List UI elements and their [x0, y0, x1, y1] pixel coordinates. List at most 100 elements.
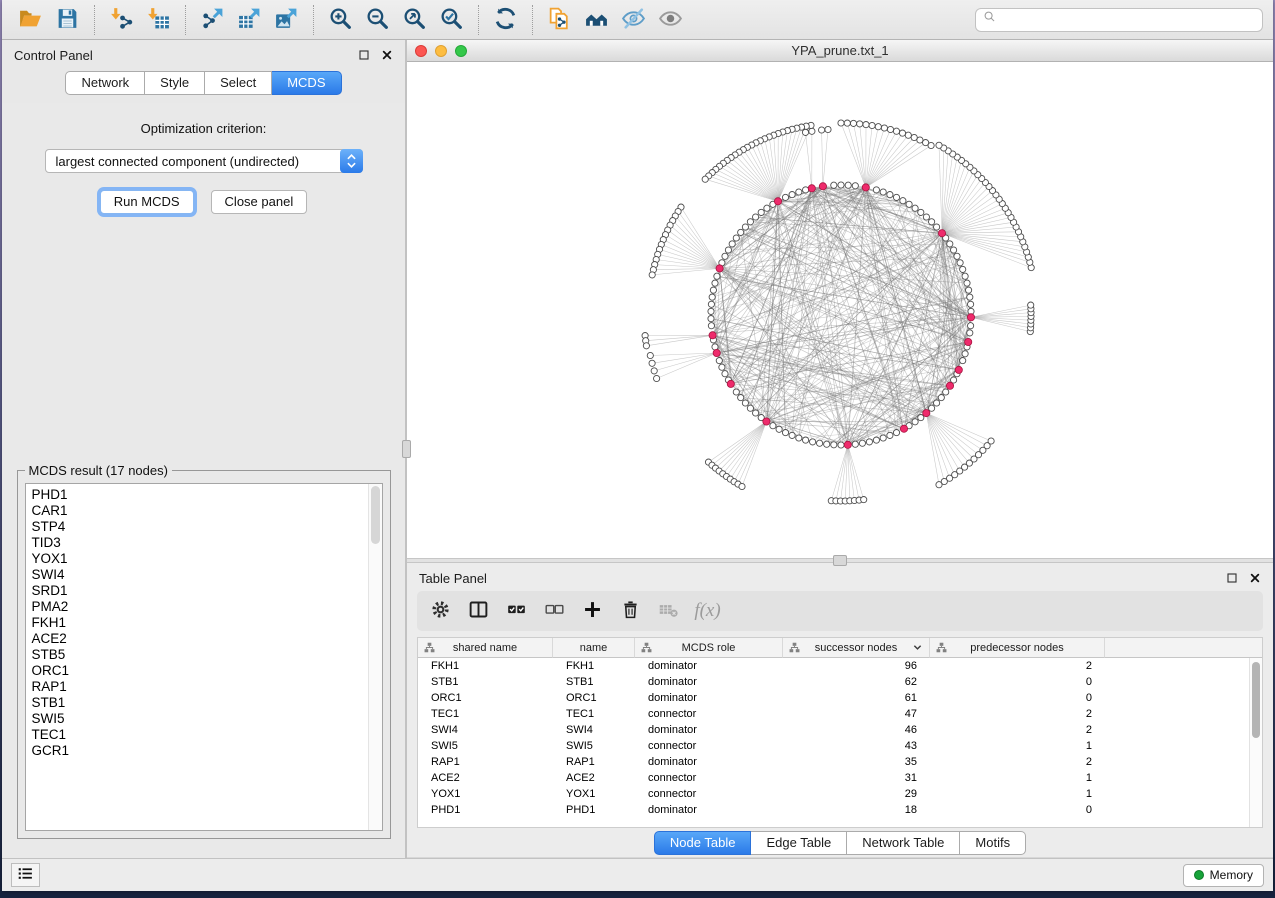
graph-leaf-node[interactable] [875, 124, 881, 130]
graph-node[interactable] [964, 280, 970, 286]
graph-node[interactable] [934, 400, 940, 406]
table-row[interactable]: ORC1ORC1dominator610 [418, 690, 1262, 706]
graph-hub-node[interactable] [727, 380, 734, 387]
close-panel-button[interactable]: Close panel [211, 190, 308, 214]
graph-node[interactable] [803, 437, 809, 443]
graph-node[interactable] [764, 205, 770, 211]
graph-leaf-node[interactable] [936, 142, 942, 148]
mcds-result-node[interactable]: CAR1 [32, 503, 368, 519]
search-box[interactable] [975, 8, 1263, 32]
graph-node[interactable] [733, 235, 739, 241]
graph-node[interactable] [716, 358, 722, 364]
import-network-button[interactable] [103, 4, 140, 36]
graph-node[interactable] [960, 266, 966, 272]
run-mcds-button[interactable]: Run MCDS [100, 190, 194, 214]
graph-node[interactable] [929, 219, 935, 225]
graph-node[interactable] [880, 189, 886, 195]
graph-node[interactable] [714, 273, 720, 279]
zoom-fit-button[interactable] [396, 4, 433, 36]
graph-hub-node[interactable] [923, 410, 930, 417]
apply-layout-button[interactable] [487, 4, 524, 36]
mcds-result-node[interactable]: FKH1 [32, 615, 368, 631]
graph-node[interactable] [803, 187, 809, 193]
memory-button[interactable]: Memory [1183, 864, 1264, 887]
graph-node[interactable] [725, 247, 731, 253]
graph-leaf-node[interactable] [649, 360, 655, 366]
graph-node[interactable] [918, 415, 924, 421]
graph-hub-node[interactable] [808, 185, 815, 192]
graph-node[interactable] [873, 187, 879, 193]
graph-node[interactable] [824, 441, 830, 447]
open-session-button[interactable] [12, 4, 49, 36]
graph-node[interactable] [776, 426, 782, 432]
table-row[interactable]: STB1STB1dominator620 [418, 674, 1262, 690]
mcds-result-node[interactable]: ORC1 [32, 663, 368, 679]
window-close-icon[interactable] [415, 45, 427, 57]
show-columns-button[interactable] [463, 595, 494, 627]
mcds-result-node[interactable]: PMA2 [32, 599, 368, 615]
tab-node-table[interactable]: Node Table [654, 831, 752, 855]
close-panel-icon[interactable] [381, 49, 393, 61]
table-row[interactable]: YOX1YOX1connector291 [418, 786, 1262, 802]
graph-node[interactable] [738, 395, 744, 401]
graph-node[interactable] [893, 194, 899, 200]
graph-node[interactable] [866, 439, 872, 445]
graph-node[interactable] [943, 389, 949, 395]
graph-node[interactable] [796, 189, 802, 195]
graph-node[interactable] [845, 182, 851, 188]
mcds-result-node[interactable]: SWI5 [32, 711, 368, 727]
graph-node[interactable] [968, 301, 974, 307]
export-image-button[interactable] [268, 4, 305, 36]
graph-leaf-node[interactable] [838, 120, 844, 126]
zoom-selected-button[interactable] [433, 4, 470, 36]
table-scrollbar[interactable] [1249, 658, 1262, 827]
graph-leaf-node[interactable] [881, 125, 887, 131]
graph-node[interactable] [838, 442, 844, 448]
table-row[interactable]: ACE2ACE2connector311 [418, 770, 1262, 786]
graph-leaf-node[interactable] [923, 140, 929, 146]
graph-hub-node[interactable] [900, 425, 907, 432]
graph-leaf-node[interactable] [802, 129, 808, 135]
column-header-mcds-role[interactable]: MCDS role [635, 638, 783, 658]
graph-node[interactable] [789, 192, 795, 198]
graph-node[interactable] [747, 219, 753, 225]
graph-node[interactable] [887, 192, 893, 198]
graph-node[interactable] [968, 323, 974, 329]
first-neighbors-button[interactable] [578, 4, 615, 36]
graph-hub-node[interactable] [844, 441, 851, 448]
graph-leaf-node[interactable] [702, 176, 708, 182]
mcds-list-scrollbar-thumb[interactable] [371, 486, 380, 544]
graph-leaf-node[interactable] [863, 122, 869, 128]
graph-hub-node[interactable] [819, 183, 826, 190]
graph-node[interactable] [906, 201, 912, 207]
window-maximize-icon[interactable] [455, 45, 467, 57]
graph-node[interactable] [770, 423, 776, 429]
graph-node[interactable] [962, 351, 968, 357]
tab-select[interactable]: Select [205, 71, 272, 95]
graph-node[interactable] [951, 247, 957, 253]
clone-network-button[interactable] [541, 4, 578, 36]
graph-node[interactable] [947, 241, 953, 247]
mcds-result-node[interactable]: SWI4 [32, 567, 368, 583]
mcds-result-node[interactable]: TID3 [32, 535, 368, 551]
horizontal-splitter-grip[interactable] [833, 555, 847, 566]
graph-node[interactable] [960, 358, 966, 364]
graph-node[interactable] [817, 440, 823, 446]
mcds-result-list[interactable]: PHD1CAR1STP4TID3YOX1SWI4SRD1PMA2FKH1ACE2… [25, 483, 383, 831]
graph-node[interactable] [708, 308, 714, 314]
delete-row-button[interactable] [615, 595, 646, 627]
column-header-predecessor-nodes[interactable]: predecessor nodes [930, 638, 1105, 658]
graph-leaf-node[interactable] [825, 126, 831, 132]
graph-node[interactable] [782, 430, 788, 436]
graph-leaf-node[interactable] [899, 130, 905, 136]
close-table-panel-icon[interactable] [1249, 572, 1261, 584]
graph-leaf-node[interactable] [647, 352, 653, 358]
graph-node[interactable] [893, 430, 899, 436]
table-row[interactable]: TEC1TEC1connector472 [418, 706, 1262, 722]
graph-node[interactable] [753, 410, 759, 416]
graph-hub-node[interactable] [862, 184, 869, 191]
mcds-result-node[interactable]: STB5 [32, 647, 368, 663]
select-all-button[interactable] [501, 595, 532, 627]
table-row[interactable]: PHD1PHD1dominator180 [418, 802, 1262, 818]
mcds-result-node[interactable]: GCR1 [32, 743, 368, 759]
